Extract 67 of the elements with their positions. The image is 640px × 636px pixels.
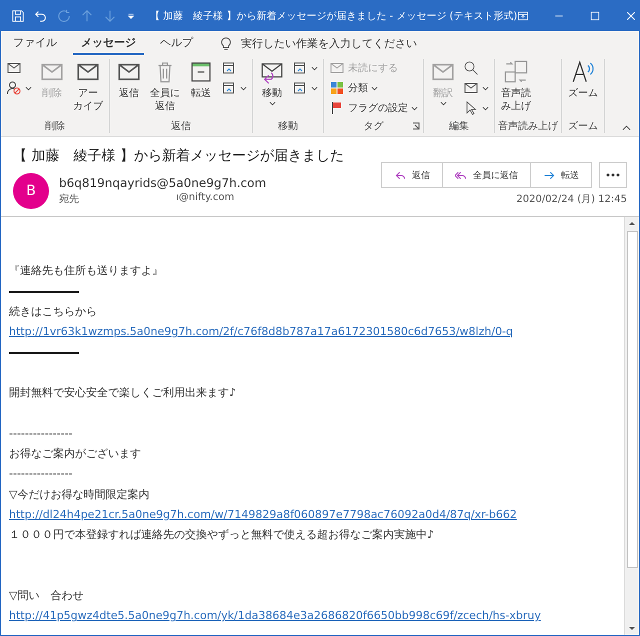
body-text: １０００円で本登録すれば連絡先の交換やずっと無料で使える超お得なご案内実施中♪ (9, 527, 436, 544)
body-text: ---------------- (9, 426, 74, 442)
undo-icon[interactable] (34, 9, 48, 23)
more-actions-button[interactable] (599, 162, 627, 188)
search-icon (463, 60, 479, 76)
body-text: お得なご案内がございます (9, 446, 142, 462)
chevron-down-icon (311, 66, 318, 70)
body-text: ---------------- (9, 466, 74, 482)
ribbon-button[interactable]: 転送 (185, 59, 217, 119)
chevron-down-icon (440, 100, 446, 106)
window-title: 【 加藤 綾子様 】から新着メッセージが届きました - メッセージ (テキスト形式) (150, 10, 518, 23)
body-text: 『連絡先も住所も送りますよ』 (9, 263, 164, 280)
body-link[interactable]: http://dl24h4pe21cr.5a0ne9g7h.com/w/7149829a8f060897e7798ac76092a0d4/87q/xr-b662 (9, 504, 616, 526)
ribbon-button[interactable]: ズーム (565, 59, 601, 119)
sender-avatar: B (13, 173, 49, 209)
ribbon-button[interactable]: アー カイブ (70, 59, 106, 119)
body-link[interactable]: http://1vr63k1wzmps.5a0ne9g7h.com/2f/c76f8d8b787a17a6172301580c6d7653/w8lzh/0-q (9, 322, 616, 342)
chevron-down-icon (482, 86, 489, 90)
chevron-down-icon (25, 86, 32, 90)
ribbon-small-button[interactable]: フラグの設定 (327, 99, 420, 117)
chevron-down-icon (482, 106, 489, 110)
ribbon-small-button[interactable] (4, 79, 34, 97)
group-label: 編集 (449, 120, 469, 133)
body-text: ▽問い 合わせ (9, 588, 84, 604)
scroll-thumb[interactable] (626, 231, 638, 568)
recipient-address: ı@nifty.com (176, 192, 234, 205)
dialog-launcher-icon[interactable] (412, 122, 420, 130)
person-ban-icon (6, 80, 22, 96)
to-label: 宛先 (59, 192, 79, 206)
collapse-ribbon-icon[interactable] (622, 125, 631, 131)
group-label: ズーム (568, 120, 598, 133)
color-grid-icon (329, 80, 345, 96)
chevron-down-icon (411, 106, 418, 110)
chevron-down-icon (240, 86, 247, 90)
ribbon-small-button[interactable]: 分類 (327, 79, 420, 97)
envelope-icon (329, 60, 345, 76)
ribbon-tab[interactable]: ヘルプ (152, 32, 201, 55)
sender-address: b6q819nqayrids@5a0ne9g7h.com (59, 176, 268, 190)
chevron-down-icon (371, 86, 378, 90)
speaker-letter-icon (570, 59, 596, 85)
group-label: 返信 (171, 120, 191, 133)
ribbon-display-icon[interactable] (517, 10, 530, 22)
ribbon-button[interactable]: 移動 (256, 59, 288, 119)
group-label: 削除 (45, 120, 65, 133)
body-text: 開封無料で安心安全で楽しくご利用出来ます♪ (9, 385, 238, 402)
group-label: 移動 (278, 120, 298, 133)
save-icon[interactable] (11, 9, 25, 23)
ribbon-button[interactable]: 全員に 返信 (147, 59, 183, 119)
lightbulb-icon (219, 36, 233, 50)
message-date: 2020/02/24 (月) 12:45 (516, 193, 627, 206)
close-icon[interactable] (625, 10, 638, 22)
body-text: 続きはこちらから (9, 304, 98, 320)
chevron-down-icon (268, 100, 276, 106)
tell-me-field[interactable]: 実行したい作業を入力してください (239, 35, 473, 52)
body-text: ▽今だけお得な時間限定案内 (9, 486, 150, 503)
body-link[interactable]: http://41p5gwz4dte5.5a0ne9g7h.com/yk/1da38684e3a2686820f6650bb998c69f/zcech/hs-xbruy (9, 606, 616, 627)
message-subject: 【 加藤 綾子様 】から新着メッセージが届きました (13, 147, 345, 165)
chevron-down-icon (311, 86, 318, 90)
maximize-icon[interactable] (589, 10, 602, 22)
group-label: タグ (364, 120, 384, 133)
ribbon-button[interactable]: 音声読 み上げ (498, 59, 534, 119)
envelope-icon (463, 80, 479, 96)
scrollbar[interactable] (624, 217, 639, 635)
ribbon-tab[interactable]: ファイル (5, 32, 65, 55)
ribbon-button[interactable]: 返信 (113, 59, 145, 119)
group-label: 音声読み上げ (498, 120, 558, 133)
more-icon (606, 173, 620, 177)
